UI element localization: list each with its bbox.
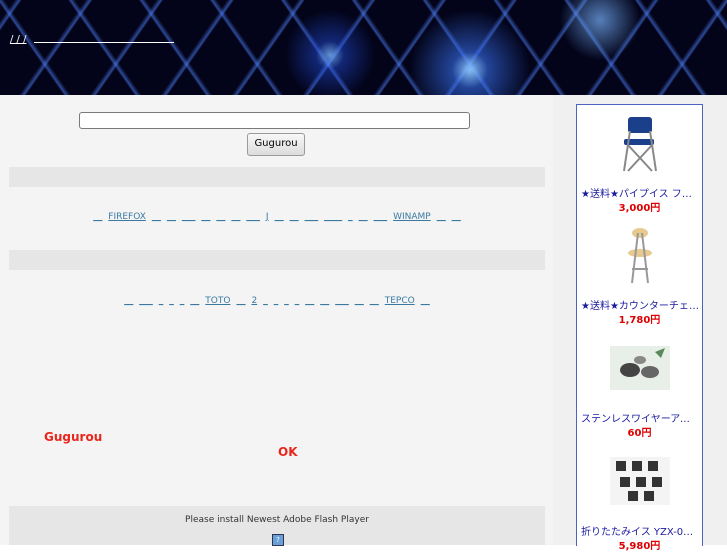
accessories-icon[interactable] (610, 338, 670, 398)
nav-link[interactable]: _ (159, 296, 164, 306)
section-header-bar (9, 167, 545, 187)
nav-link[interactable]: __ (320, 296, 329, 306)
nav-link[interactable]: TEPCO (385, 296, 415, 306)
nav-link[interactable]: 2 (251, 296, 257, 306)
nav-link[interactable]: __ (275, 212, 284, 222)
nav-link[interactable]: J (266, 212, 269, 222)
nav-link[interactable]: _ (263, 296, 268, 306)
nav-link[interactable]: ___ (305, 212, 319, 222)
nav-link[interactable]: __ (152, 212, 161, 222)
nav-link[interactable]: ___ (335, 296, 349, 306)
nav-link[interactable]: _ (274, 296, 279, 306)
product-price: 3,000円 (618, 203, 661, 214)
nav-link[interactable]: __ (201, 212, 210, 222)
banner-underline (34, 42, 174, 43)
ok-text[interactable]: OK (278, 445, 298, 459)
nav-link[interactable]: FIREFOX (108, 212, 146, 222)
nav-link[interactable]: ___ (182, 212, 196, 222)
chair-set-icon[interactable] (610, 451, 670, 511)
search-input[interactable] (79, 112, 470, 129)
nav-link[interactable]: __ (370, 296, 379, 306)
product-name[interactable]: ステンレスワイヤーアクセサリーセット (581, 410, 699, 425)
product-name[interactable]: 折りたたみイス YZX-08SB (581, 523, 699, 538)
nav-link[interactable]: __ (452, 212, 461, 222)
main-content: Gugurou __ FIREFOX __ __ ___ __ __ __ ___ J __ __ __… (0, 95, 553, 546)
counter-chair-icon[interactable] (610, 225, 670, 285)
product-panel: ★送料★パイプイス フォールディ ングチェア 3,000円 ★送料★カウンターチ… (576, 104, 703, 552)
banner-text[interactable]: / / / (10, 34, 26, 45)
product-price: 60円 (627, 428, 652, 439)
link-row: __ FIREFOX __ __ ___ __ __ __ ___ J __ __ ___ ____ _ __… (9, 212, 545, 222)
folding-chair-icon[interactable] (610, 113, 670, 173)
nav-link[interactable]: ___ (139, 296, 153, 306)
nav-link[interactable]: __ (421, 296, 430, 306)
nav-link[interactable]: __ (359, 212, 368, 222)
nav-link[interactable]: _ (284, 296, 289, 306)
nav-link[interactable]: ___ (246, 212, 260, 222)
plugin-icon[interactable]: ? (272, 534, 284, 546)
nav-link[interactable]: _ (180, 296, 185, 306)
flash-notice-text: Please install Newest Adobe Flash Player (185, 515, 369, 525)
nav-link[interactable]: __ (437, 212, 446, 222)
sidebar: ★送料★パイプイス フォールディ ングチェア 3,000円 ★送料★カウンターチ… (553, 95, 727, 552)
nav-link[interactable]: __ (236, 296, 245, 306)
nav-link[interactable]: __ (190, 296, 199, 306)
brand-name: Gugurou (44, 430, 103, 444)
nav-link[interactable]: WINAMP (393, 212, 431, 222)
nav-link[interactable]: __ (167, 212, 176, 222)
nav-link[interactable]: __ (93, 212, 102, 222)
nav-link[interactable]: __ (290, 212, 299, 222)
flash-notice-box: Please install Newest Adobe Flash Player… (9, 506, 545, 546)
product-name[interactable]: ★送料★パイプイス フォールディ ングチェア (581, 185, 699, 200)
nav-link[interactable]: __ (124, 296, 133, 306)
product-name[interactable]: ★送料★カウンターチェア ハイ チェア (581, 297, 699, 312)
nav-link[interactable]: _ (169, 296, 174, 306)
nav-link[interactable]: __ (305, 296, 314, 306)
search-button[interactable]: Gugurou (247, 133, 305, 156)
link-row: __ ___ _ _ _ __ TOTO __ 2 _ _ _ _ __ __ ___ __ __ TEPCO __ (9, 296, 545, 306)
nav-link[interactable]: _ (348, 212, 353, 222)
nav-link[interactable]: ____ (324, 212, 342, 222)
section-header-bar (9, 250, 545, 270)
nav-link[interactable]: __ (231, 212, 240, 222)
header-banner: / / / (0, 0, 727, 95)
nav-link[interactable]: TOTO (205, 296, 230, 306)
product-price: 1,780円 (618, 315, 661, 326)
nav-link[interactable]: __ (216, 212, 225, 222)
nav-link[interactable]: _ (295, 296, 300, 306)
nav-link[interactable]: __ (355, 296, 364, 306)
nav-link[interactable]: ___ (374, 212, 388, 222)
